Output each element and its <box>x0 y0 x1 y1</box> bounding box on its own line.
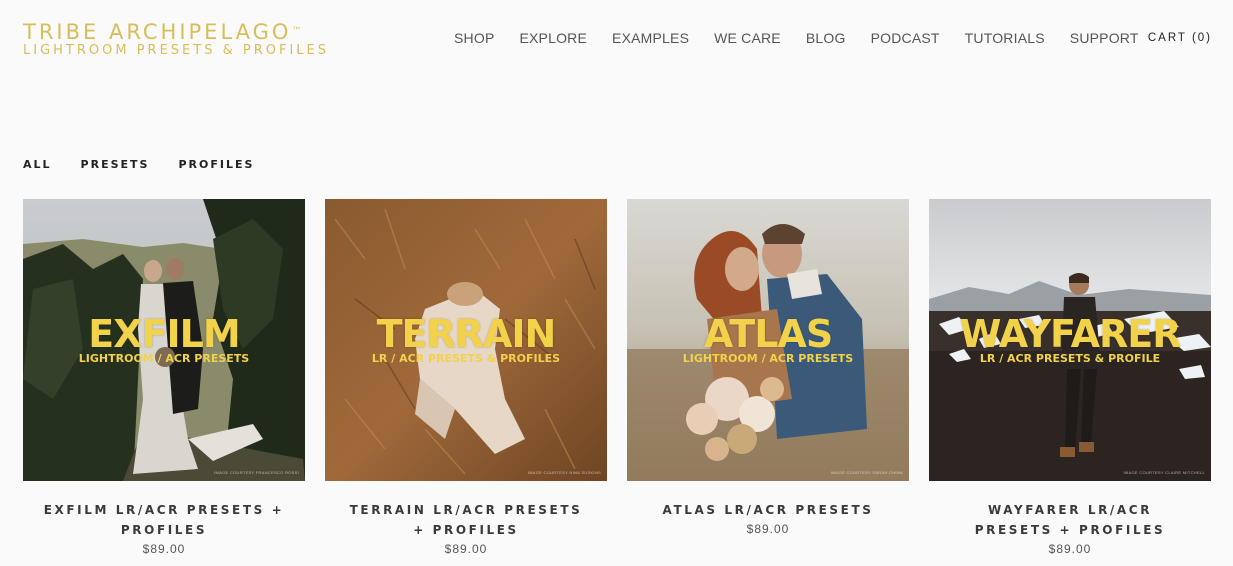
product-name[interactable]: TERRAIN LR/ACR PRESETS + PROFILES <box>325 500 607 540</box>
product-overlay: EXFILM LIGHTROOM / ACR PRESETS <box>23 315 305 365</box>
product-card-wayfarer[interactable]: WAYFARER LR / ACR PRESETS & PROFILE IMAG… <box>929 199 1211 556</box>
product-image[interactable]: EXFILM LIGHTROOM / ACR PRESETS IMAGE COU… <box>23 199 305 481</box>
product-overlay: ATLAS LIGHTROOM / ACR PRESETS <box>627 315 909 365</box>
product-overlay: WAYFARER LR / ACR PRESETS & PROFILE <box>929 315 1211 365</box>
filter-profiles[interactable]: PROFILES <box>178 158 254 171</box>
category-filter: ALL PRESETS PROFILES <box>23 158 283 171</box>
nav-podcast[interactable]: PODCAST <box>871 30 940 46</box>
overlay-title: EXFILM <box>88 312 240 356</box>
product-name[interactable]: EXFILM LR/ACR PRESETS + PROFILES <box>23 500 305 540</box>
main-nav: SHOP EXPLORE EXAMPLES WE CARE BLOG PODCA… <box>454 30 1164 46</box>
product-image[interactable]: TERRAIN LR / ACR PRESETS & PROFILES IMAG… <box>325 199 607 481</box>
logo-title: TRIBE ARCHIPELAGO™ <box>23 20 302 44</box>
overlay-title: TERRAIN <box>376 312 557 356</box>
overlay-subtitle: LR / ACR PRESETS & PROFILES <box>371 352 561 365</box>
product-card-exfilm[interactable]: EXFILM LIGHTROOM / ACR PRESETS IMAGE COU… <box>23 199 305 556</box>
product-price: $89.00 <box>1048 542 1092 556</box>
product-card-terrain[interactable]: TERRAIN LR / ACR PRESETS & PROFILES IMAG… <box>325 199 607 556</box>
product-price: $89.00 <box>444 542 488 556</box>
image-credit: IMAGE COURTESY NINA SUSKINS <box>527 470 601 475</box>
product-image[interactable]: WAYFARER LR / ACR PRESETS & PROFILE IMAG… <box>929 199 1211 481</box>
overlay-title: WAYFARER <box>959 312 1182 356</box>
nav-blog[interactable]: BLOG <box>806 30 846 46</box>
cart-link[interactable]: CART (0) <box>1148 32 1212 44</box>
nav-shop[interactable]: SHOP <box>454 30 494 46</box>
product-overlay: TERRAIN LR / ACR PRESETS & PROFILES <box>325 315 607 365</box>
logo-subtitle: LIGHTROOM PRESETS & PROFILES <box>23 43 329 58</box>
product-image[interactable]: ATLAS LIGHTROOM / ACR PRESETS IMAGE COUR… <box>627 199 909 481</box>
product-name[interactable]: ATLAS LR/ACR PRESETS <box>627 500 909 520</box>
overlay-subtitle: LIGHTROOM / ACR PRESETS <box>682 352 854 365</box>
page: TRIBE ARCHIPELAGO™ LIGHTROOM PRESETS & P… <box>0 0 1233 566</box>
nav-tutorials[interactable]: TUTORIALS <box>965 30 1045 46</box>
filter-all[interactable]: ALL <box>23 158 52 171</box>
product-card-atlas[interactable]: ATLAS LIGHTROOM / ACR PRESETS IMAGE COUR… <box>627 199 909 556</box>
image-credit: IMAGE COURTESY SARAH CHINA <box>830 470 903 475</box>
nav-we-care[interactable]: WE CARE <box>714 30 781 46</box>
image-credit: IMAGE COURTESY FRANCESCO ROSSI <box>214 470 299 475</box>
overlay-title: ATLAS <box>703 312 833 356</box>
product-price: $89.00 <box>142 542 186 556</box>
site-logo[interactable]: TRIBE ARCHIPELAGO™ LIGHTROOM PRESETS & P… <box>23 21 329 58</box>
image-credit: IMAGE COURTESY CLAIRE MITCHELL <box>1123 470 1205 475</box>
product-grid: EXFILM LIGHTROOM / ACR PRESETS IMAGE COU… <box>23 199 1211 556</box>
overlay-subtitle: LIGHTROOM / ACR PRESETS <box>78 352 250 365</box>
filter-presets[interactable]: PRESETS <box>81 158 150 171</box>
nav-explore[interactable]: EXPLORE <box>519 30 587 46</box>
product-name[interactable]: WAYFARER LR/ACR PRESETS + PROFILES <box>929 500 1211 540</box>
nav-support[interactable]: SUPPORT <box>1070 30 1139 46</box>
nav-examples[interactable]: EXAMPLES <box>612 30 689 46</box>
product-price: $89.00 <box>746 522 790 536</box>
